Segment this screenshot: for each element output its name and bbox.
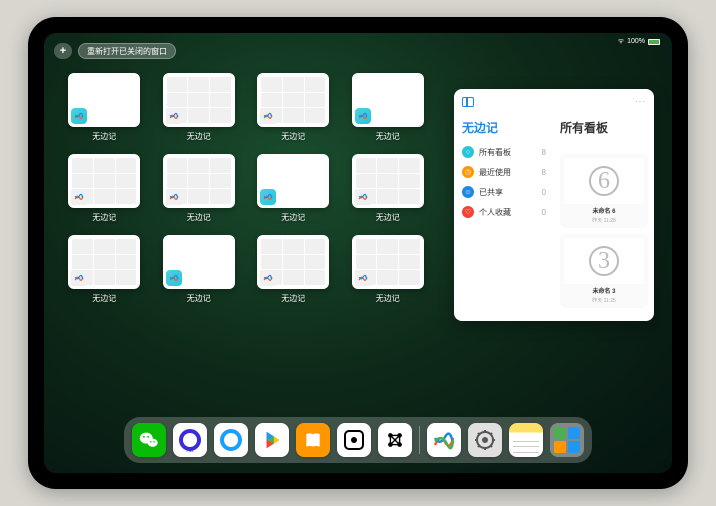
add-button[interactable]: +	[54, 43, 72, 59]
app-thumbnail[interactable]: 无边记	[350, 154, 427, 223]
dock-app-books[interactable]	[296, 423, 330, 457]
app-thumbnail-label: 无边记	[376, 131, 400, 142]
board-card[interactable]: 3 未命名 3 昨天 11:25	[560, 234, 648, 308]
screen: ᯤ 100% + 重新打开已关闭的窗口 无边记无边记无边记无边记无边记无边记无边…	[44, 33, 672, 473]
app-thumbnail-label: 无边记	[376, 293, 400, 304]
category-count: 0	[542, 188, 546, 197]
board-preview: 3	[564, 238, 644, 284]
freeform-app-icon	[355, 189, 371, 205]
app-thumbnail[interactable]: 无边记	[255, 154, 332, 223]
category-item[interactable]: ○ 所有看板 8	[462, 146, 546, 158]
app-thumbnail[interactable]: 无边记	[161, 235, 238, 304]
dock: HD	[124, 417, 592, 463]
app-thumbnail[interactable]: 无边记	[255, 73, 332, 142]
battery-icon	[648, 39, 660, 45]
category-list: ○ 所有看板 8 ◷ 最近使用 8 ☺ 已共享 0 ♡ 个人收藏 0	[462, 146, 546, 218]
app-thumbnail[interactable]: 无边记	[255, 235, 332, 304]
dock-app-quark[interactable]	[214, 423, 248, 457]
board-preview: 6	[564, 158, 644, 204]
category-count: 0	[542, 208, 546, 217]
board-card[interactable]: 6 未命名 6 昨天 11:28	[560, 154, 648, 228]
dock-app-dots[interactable]	[378, 423, 412, 457]
freeform-panel: ··· 无边记 ○ 所有看板 8 ◷ 最近使用 8 ☺ 已共享 0 ♡ 个人收藏 0 所有看板 6 未命…	[454, 89, 654, 321]
category-label: 个人收藏	[479, 207, 511, 218]
app-thumbnail[interactable]: 无边记	[66, 235, 143, 304]
app-thumbnail-label: 无边记	[187, 212, 211, 223]
dock-app-notes[interactable]	[509, 423, 543, 457]
category-label: 所有看板	[479, 147, 511, 158]
dock-app-wechat[interactable]	[132, 423, 166, 457]
app-thumbnail-label: 无边记	[187, 131, 211, 142]
freeform-app-icon	[166, 189, 182, 205]
freeform-app-icon	[71, 189, 87, 205]
board-timestamp: 昨天 11:28	[592, 217, 616, 224]
status-bar: ᯤ 100%	[618, 37, 660, 46]
app-thumbnail[interactable]: 无边记	[66, 73, 143, 142]
panel-sidebar: 无边记 ○ 所有看板 8 ◷ 最近使用 8 ☺ 已共享 0 ♡ 个人收藏 0	[454, 89, 554, 321]
reopen-closed-window-button[interactable]: 重新打开已关闭的窗口	[78, 43, 176, 59]
panel-content: 所有看板 6 未命名 6 昨天 11:28 3 未命名 3 昨天 11:25	[554, 89, 654, 321]
dock-app-library[interactable]	[550, 423, 584, 457]
app-thumbnail-label: 无边记	[281, 131, 305, 142]
category-count: 8	[542, 168, 546, 177]
board-timestamp: 昨天 11:25	[592, 297, 616, 304]
board-label: 未命名 3	[592, 286, 615, 295]
dock-app-quark-hd[interactable]: HD	[173, 423, 207, 457]
freeform-app-icon	[71, 270, 87, 286]
category-icon: ♡	[462, 206, 474, 218]
category-item[interactable]: ♡ 个人收藏 0	[462, 206, 546, 218]
app-switcher-grid: 无边记无边记无边记无边记无边记无边记无边记无边记无边记无边记无边记无边记	[66, 73, 426, 304]
category-icon: ☺	[462, 186, 474, 198]
battery-label: 100%	[627, 38, 645, 45]
freeform-app-icon	[166, 270, 182, 286]
dock-separator	[419, 426, 420, 454]
app-thumbnail[interactable]: 无边记	[66, 154, 143, 223]
app-thumbnail-label: 无边记	[92, 293, 116, 304]
dock-app-freeform[interactable]	[427, 423, 461, 457]
app-thumbnail-label: 无边记	[187, 293, 211, 304]
freeform-app-icon	[260, 189, 276, 205]
category-item[interactable]: ◷ 最近使用 8	[462, 166, 546, 178]
freeform-app-icon	[260, 108, 276, 124]
more-icon[interactable]: ···	[635, 97, 646, 106]
category-label: 最近使用	[479, 167, 511, 178]
category-count: 8	[542, 148, 546, 157]
app-thumbnail-label: 无边记	[92, 212, 116, 223]
ipad-frame: ᯤ 100% + 重新打开已关闭的窗口 无边记无边记无边记无边记无边记无边记无边…	[28, 17, 688, 489]
board-cards: 6 未命名 6 昨天 11:28 3 未命名 3 昨天 11:25	[560, 154, 648, 308]
app-thumbnail[interactable]: 无边记	[161, 73, 238, 142]
dock-app-play[interactable]	[255, 423, 289, 457]
freeform-app-icon	[71, 108, 87, 124]
app-thumbnail-label: 无边记	[92, 131, 116, 142]
app-thumbnail-label: 无边记	[281, 212, 305, 223]
category-icon: ○	[462, 146, 474, 158]
freeform-app-icon	[260, 270, 276, 286]
category-icon: ◷	[462, 166, 474, 178]
top-controls: + 重新打开已关闭的窗口	[54, 43, 176, 59]
panel-right-title: 所有看板	[560, 119, 648, 136]
wifi-icon: ᯤ	[618, 37, 624, 46]
app-thumbnail-label: 无边记	[281, 293, 305, 304]
panel-left-title: 无边记	[462, 119, 546, 136]
sidebar-toggle-icon[interactable]	[462, 97, 474, 107]
app-thumbnail-label: 无边记	[376, 212, 400, 223]
dock-app-dice[interactable]	[337, 423, 371, 457]
freeform-app-icon	[166, 108, 182, 124]
freeform-app-icon	[355, 108, 371, 124]
category-label: 已共享	[479, 187, 503, 198]
app-thumbnail[interactable]: 无边记	[161, 154, 238, 223]
freeform-app-icon	[355, 270, 371, 286]
category-item[interactable]: ☺ 已共享 0	[462, 186, 546, 198]
app-thumbnail[interactable]: 无边记	[350, 73, 427, 142]
board-label: 未命名 6	[592, 206, 615, 215]
dock-app-settings[interactable]	[468, 423, 502, 457]
app-thumbnail[interactable]: 无边记	[350, 235, 427, 304]
